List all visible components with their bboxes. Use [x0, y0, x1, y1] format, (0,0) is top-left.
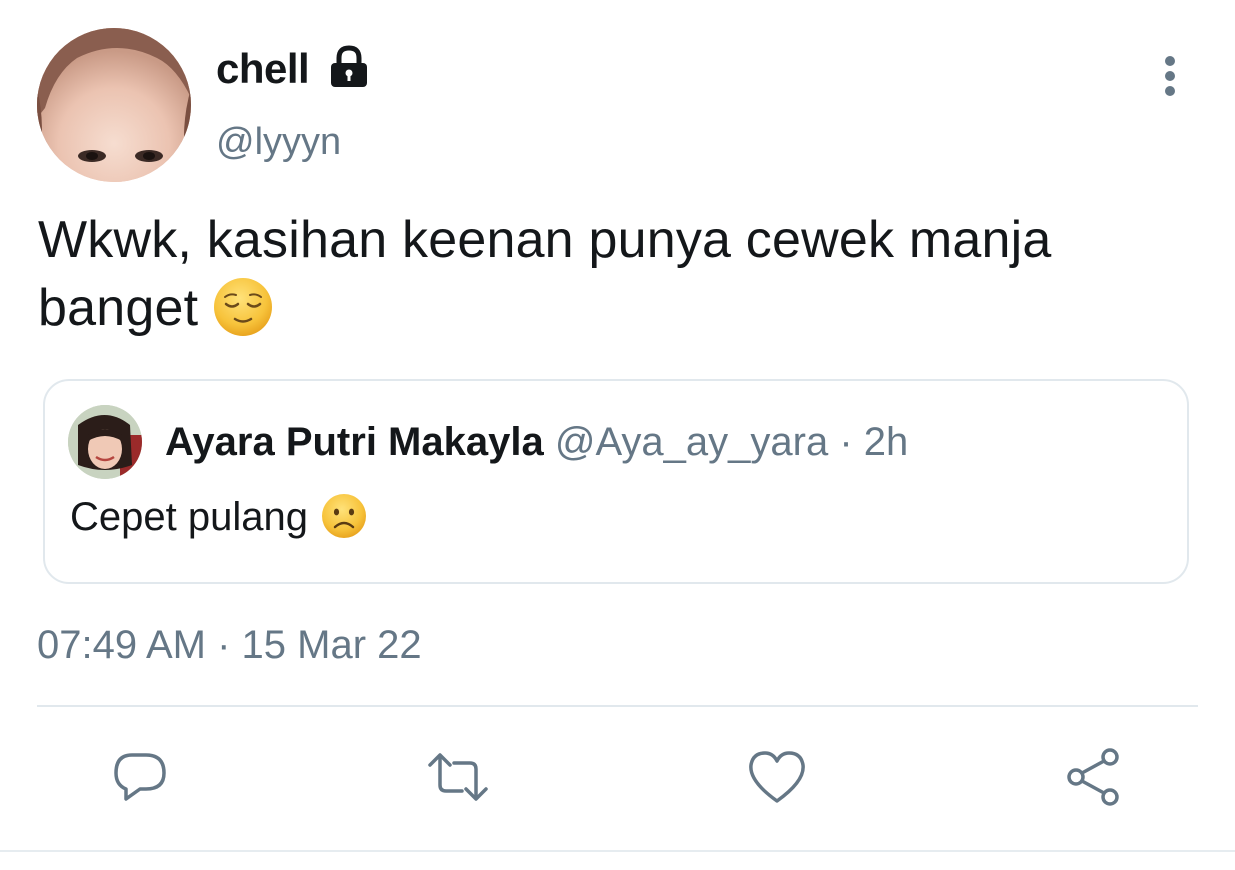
lock-icon: [326, 44, 372, 90]
quoted-author-avatar[interactable]: [68, 405, 142, 479]
author-avatar[interactable]: [37, 28, 191, 182]
tweet-text-content: Wkwk, kasihan keenan punya cewek manja b…: [38, 211, 1052, 337]
author-handle[interactable]: @lyyyn: [216, 118, 341, 166]
quoted-author-handle: @Aya_ay_yara: [554, 420, 829, 464]
share-icon[interactable]: [1062, 745, 1126, 809]
relieved-face-emoji: [212, 276, 274, 338]
tweet-timestamp[interactable]: 07:49 AM · 15 Mar 22: [37, 620, 422, 670]
author-display-name[interactable]: chell: [216, 44, 310, 94]
like-icon[interactable]: [745, 745, 809, 809]
quoted-time: 2h: [863, 420, 909, 464]
quoted-separator: ·: [839, 420, 853, 464]
quoted-author-name: Ayara Putri Makayla: [165, 420, 544, 464]
divider: [37, 705, 1198, 707]
bottom-divider: [0, 850, 1235, 852]
retweet-icon[interactable]: [426, 745, 490, 809]
tweet-text: Wkwk, kasihan keenan punya cewek manja b…: [38, 206, 1208, 342]
tweet-detail: chell @lyyyn Wkwk, kasihan keenan punya …: [0, 0, 1235, 870]
more-vertical-icon[interactable]: [1150, 54, 1190, 98]
frowning-face-emoji: [320, 492, 368, 540]
quoted-tweet-card[interactable]: Ayara Putri Makayla @Aya_ay_yara · 2h Ce…: [43, 379, 1189, 584]
quoted-tweet-text: Cepet pulang: [70, 491, 368, 543]
quoted-tweet-text-content: Cepet pulang: [70, 495, 308, 539]
reply-icon[interactable]: [108, 745, 172, 809]
quoted-tweet-header: Ayara Putri Makayla @Aya_ay_yara · 2h: [165, 417, 908, 467]
